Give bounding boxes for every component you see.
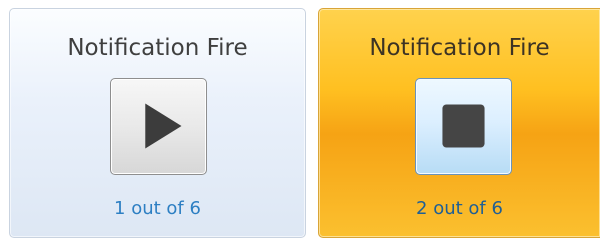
stop-button[interactable]: [415, 78, 512, 175]
progress-status: 1 out of 6: [114, 198, 201, 219]
play-button[interactable]: [110, 78, 207, 175]
progress-status: 2 out of 6: [416, 198, 503, 219]
tile-title: Notification Fire: [67, 35, 248, 61]
stop-icon: [442, 104, 485, 148]
play-icon: [145, 103, 182, 149]
notification-fire-panel: Notification Fire 1 out of 6 Notificatio…: [0, 0, 600, 242]
tile-title: Notification Fire: [369, 35, 550, 61]
notification-fire-tile-1[interactable]: Notification Fire 1 out of 6: [9, 8, 306, 238]
notification-fire-tile-2[interactable]: Notification Fire 2 out of 6: [318, 8, 600, 238]
